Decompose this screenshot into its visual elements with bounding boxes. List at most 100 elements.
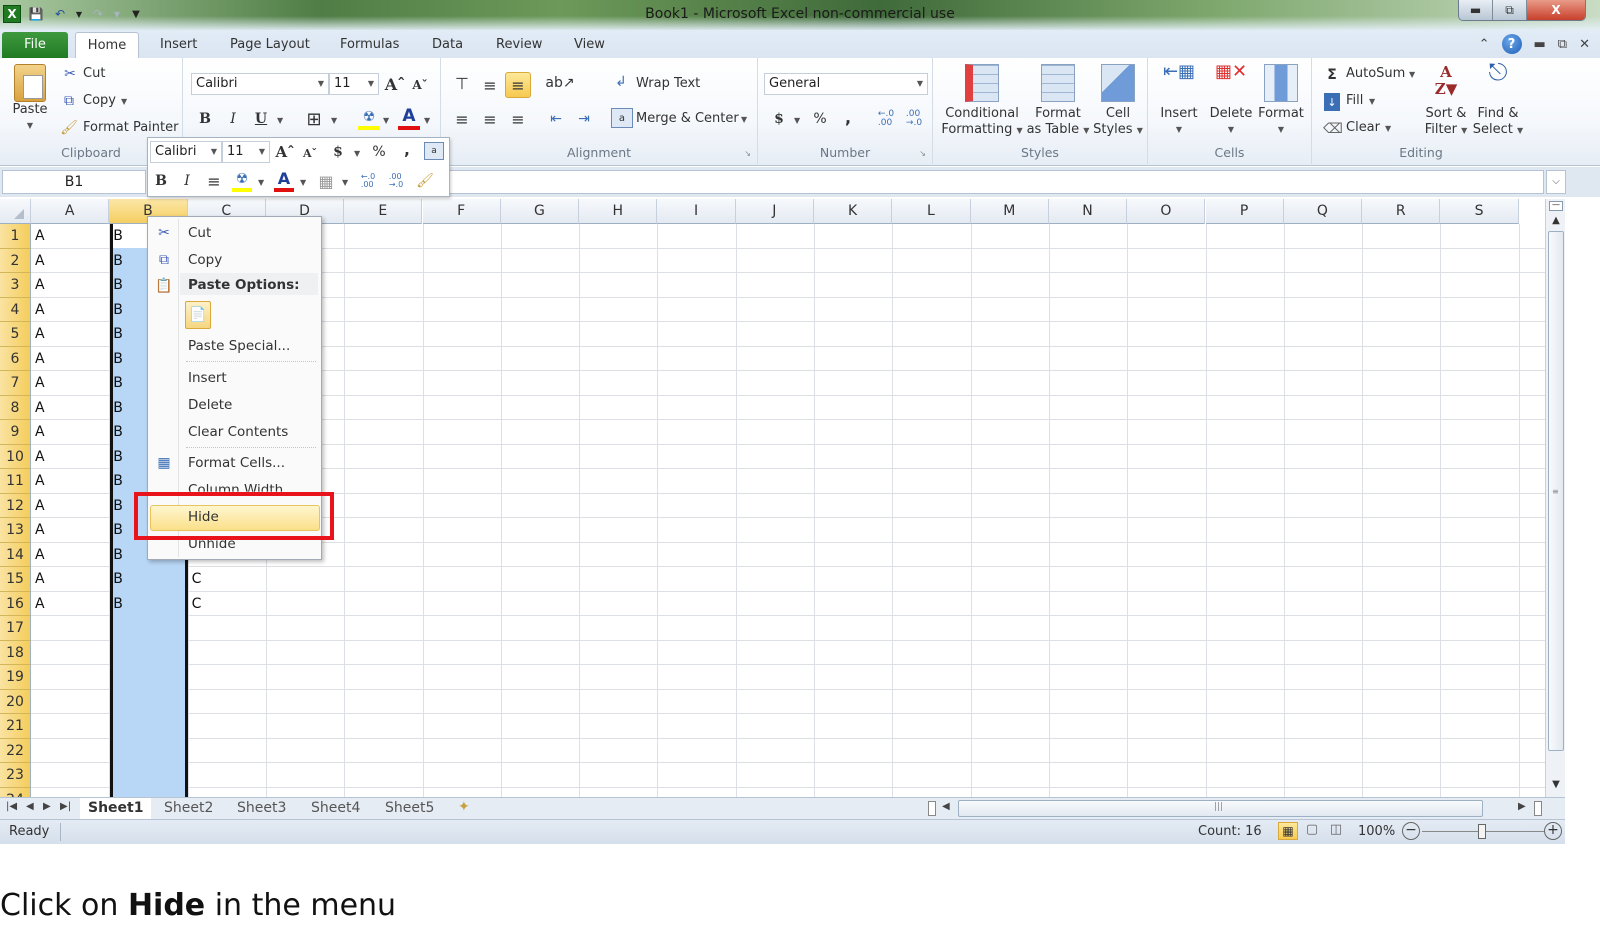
tab-data[interactable]: Data <box>418 32 477 58</box>
conditional-formatting-button[interactable]: Conditional Formatting ▼ <box>939 64 1025 139</box>
column-header-m[interactable]: M <box>970 199 1049 224</box>
cell-b5[interactable]: B <box>113 322 123 346</box>
align-left-icon[interactable]: ≡ <box>451 108 473 130</box>
menu-item-copy[interactable]: Copy <box>188 252 222 268</box>
column-header-s[interactable]: S <box>1440 199 1519 224</box>
clear-button[interactable]: Clear <box>1346 120 1380 135</box>
row-header-12[interactable]: 12 <box>0 493 31 518</box>
delete-cells-button[interactable]: ▦✕ Delete ▼ <box>1206 63 1256 138</box>
cell-a15[interactable]: A <box>35 567 45 591</box>
tab-split-handle[interactable] <box>928 801 936 816</box>
row-header-19[interactable]: 19 <box>0 665 31 690</box>
row-header-4[interactable]: 4 <box>0 297 31 322</box>
row-header-23[interactable]: 23 <box>0 763 31 788</box>
menu-item-paste-special[interactable]: Paste Special... <box>188 338 290 354</box>
row-header-20[interactable]: 20 <box>0 689 31 714</box>
sheet-tab-sheet4[interactable]: Sheet4 <box>303 798 368 819</box>
autosum-button[interactable]: AutoSum <box>1346 66 1405 81</box>
align-center-icon[interactable]: ≡ <box>479 108 501 130</box>
next-sheet-icon[interactable]: ▶ <box>43 801 51 812</box>
cell-c15[interactable]: C <box>192 567 202 591</box>
normal-view-icon[interactable]: ▦ <box>1278 822 1298 840</box>
menu-item-insert[interactable]: Insert <box>188 370 227 386</box>
row-header-3[interactable]: 3 <box>0 273 31 298</box>
tab-file[interactable]: File <box>2 32 68 58</box>
cell-a8[interactable]: A <box>35 396 45 420</box>
percent-button[interactable]: % <box>810 108 830 130</box>
vertical-scroll-thumb[interactable]: ≡ <box>1548 231 1564 751</box>
tab-view[interactable]: View <box>560 32 619 58</box>
page-layout-view-icon[interactable]: ▢ <box>1302 822 1322 840</box>
menu-item-cut[interactable]: Cut <box>188 225 211 241</box>
cell-a11[interactable]: A <box>35 469 45 493</box>
align-top-icon[interactable]: ⊤ <box>451 72 473 94</box>
paste-button[interactable]: Paste ▼ <box>6 64 54 134</box>
workbook-restore-icon[interactable]: ⧉ <box>1558 37 1567 52</box>
mini-decrease-decimal-icon[interactable]: .00 →.0 <box>384 170 408 192</box>
column-header-o[interactable]: O <box>1127 199 1206 224</box>
row-header-8[interactable]: 8 <box>0 395 31 420</box>
menu-item-delete[interactable]: Delete <box>188 397 232 413</box>
scroll-up-icon[interactable]: ▲ <box>1549 215 1563 229</box>
fill-color-icon[interactable]: ☢ <box>358 108 380 130</box>
cell-b12[interactable]: B <box>113 494 123 518</box>
mini-percent-button[interactable]: % <box>370 141 388 163</box>
menu-item-clear-contents[interactable]: Clear Contents <box>188 424 288 440</box>
cut-button[interactable]: Cut <box>83 66 105 81</box>
italic-button[interactable]: I <box>223 108 243 130</box>
sheet-tab-sheet5[interactable]: Sheet5 <box>377 798 442 819</box>
row-header-14[interactable]: 14 <box>0 542 31 567</box>
column-header-j[interactable]: J <box>735 199 814 224</box>
first-sheet-icon[interactable]: |◀ <box>6 801 17 812</box>
help-icon[interactable]: ? <box>1501 34 1522 54</box>
cell-a6[interactable]: A <box>35 347 45 371</box>
decrease-decimal-icon[interactable]: .00 →.0 <box>902 108 926 130</box>
tab-page-layout[interactable]: Page Layout <box>216 32 324 58</box>
cell-a10[interactable]: A <box>35 445 45 469</box>
row-header-21[interactable]: 21 <box>0 714 31 739</box>
row-header-7[interactable]: 7 <box>0 371 31 396</box>
close-button[interactable]: X <box>1527 0 1585 20</box>
cell-b8[interactable]: B <box>113 396 123 420</box>
zoom-in-icon[interactable]: + <box>1544 822 1562 840</box>
cell-b4[interactable]: B <box>113 298 123 322</box>
row-header-13[interactable]: 13 <box>0 518 31 543</box>
column-header-k[interactable]: K <box>814 199 893 224</box>
sheet-tab-sheet2[interactable]: Sheet2 <box>156 798 221 819</box>
fill-button[interactable]: Fill <box>1346 93 1363 108</box>
dialog-launcher-icon[interactable]: ↘ <box>919 149 926 158</box>
currency-button[interactable]: $ <box>770 108 788 130</box>
cell-a9[interactable]: A <box>35 420 45 444</box>
increase-decimal-icon[interactable]: ←.0.00 <box>874 108 898 130</box>
mini-merge-center-icon[interactable]: a <box>424 142 444 160</box>
mini-increase-decimal-icon[interactable]: ←.0.00 <box>356 170 380 192</box>
scroll-right-icon[interactable]: ▶ <box>1518 801 1526 812</box>
column-header-h[interactable]: H <box>579 199 658 224</box>
insert-cells-button[interactable]: ⇤▦ Insert ▼ <box>1154 63 1204 138</box>
tab-home[interactable]: Home <box>75 32 139 58</box>
row-header-10[interactable]: 10 <box>0 444 31 469</box>
formula-input[interactable] <box>449 170 1544 194</box>
column-header-q[interactable]: Q <box>1283 199 1363 224</box>
cell-a12[interactable]: A <box>35 494 45 518</box>
restore-button[interactable]: ⧉ <box>1493 0 1527 20</box>
minimize-ribbon-icon[interactable]: ⌃ <box>1479 37 1490 52</box>
cell-b16[interactable]: B <box>113 592 123 616</box>
cell-a13[interactable]: A <box>35 518 45 542</box>
sheet-tab-sheet3[interactable]: Sheet3 <box>229 798 294 819</box>
row-header-18[interactable]: 18 <box>0 640 31 665</box>
column-header-i[interactable]: I <box>657 199 736 224</box>
format-cells-button[interactable]: Format ▼ <box>1256 64 1306 138</box>
row-header-5[interactable]: 5 <box>0 322 31 347</box>
format-painter-button[interactable]: Format Painter <box>83 120 178 135</box>
mini-center-icon[interactable]: ≡ <box>204 170 224 192</box>
align-middle-icon[interactable]: ≡ <box>479 74 501 96</box>
find-select-button[interactable]: ⎋ Find & Select ▼ <box>1472 60 1524 139</box>
font-size-select[interactable]: 11 ▼ <box>329 73 379 95</box>
row-header-16[interactable]: 16 <box>0 591 31 616</box>
decrease-indent-icon[interactable]: ⇤ <box>545 108 567 130</box>
mini-borders-icon[interactable]: ▦ <box>316 170 336 192</box>
mini-font-name-select[interactable]: Calibri ▼ <box>150 141 222 163</box>
font-name-select[interactable]: Calibri ▼ <box>191 73 329 95</box>
column-header-r[interactable]: R <box>1362 199 1441 224</box>
